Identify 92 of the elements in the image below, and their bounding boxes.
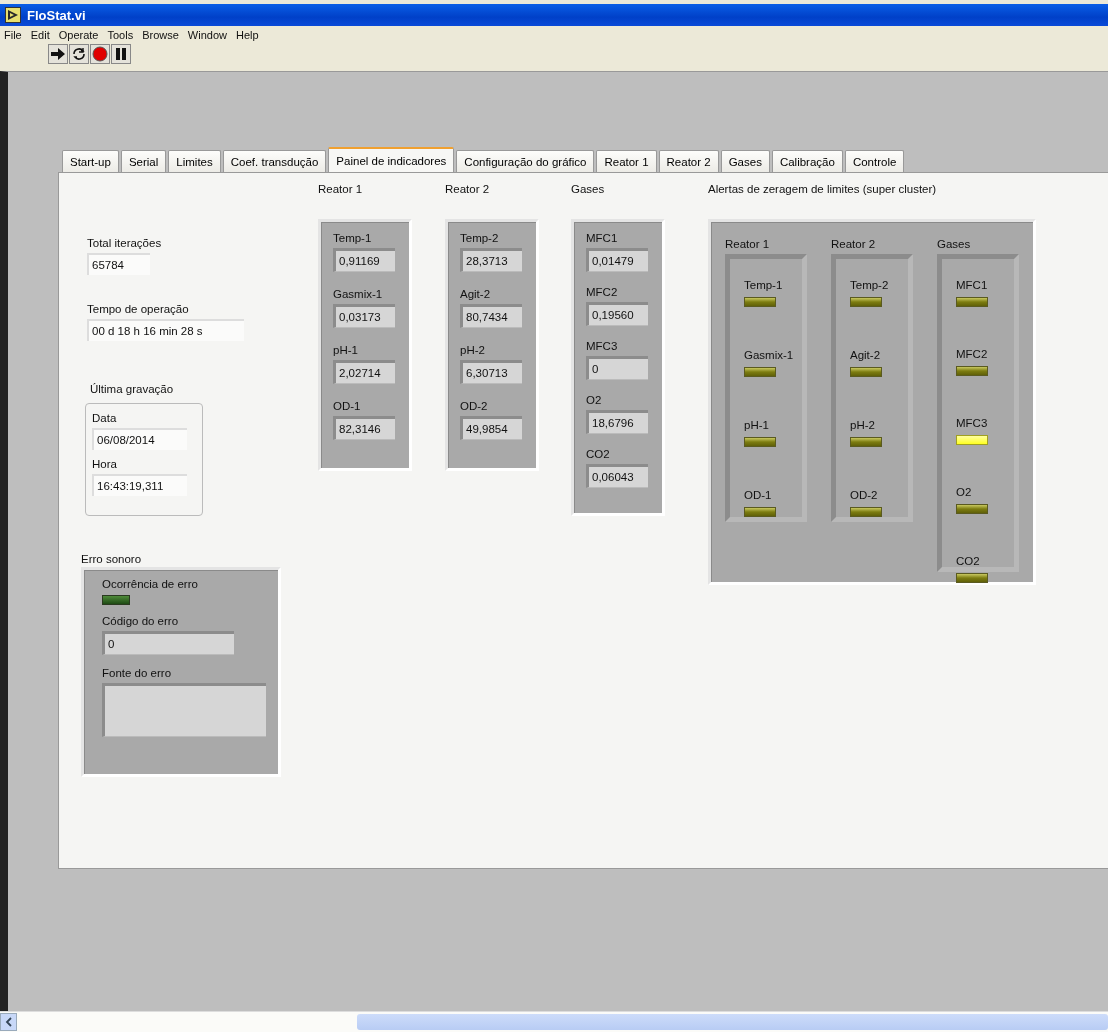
menu-item[interactable]: Window [187,28,227,41]
tab[interactable]: Calibração [771,150,843,172]
indicator-field: 16:43:19,311 [92,474,187,496]
indicator-field: 0,91169 [333,248,395,272]
led-label: MFC1 [956,278,989,293]
field-label: OD-1 [333,399,362,414]
field-label: pH-2 [460,343,486,358]
window-title: FloStat.vi [27,7,86,23]
indicator-field: 2,02714 [333,360,395,384]
field-label: Temp-2 [460,231,500,246]
field-label: MFC1 [586,231,619,246]
horizontal-scrollbar[interactable] [0,1011,1108,1032]
indicator-field: 65784 [87,253,150,275]
cluster-label: Gases [937,237,972,252]
led-label: OD-1 [744,488,773,503]
field-label: Total iterações [87,236,162,251]
pause-button[interactable] [111,44,131,64]
cluster-label: Erro sonoro [81,552,143,567]
scroll-thumb[interactable] [357,1014,1108,1030]
field-label: Gasmix-1 [333,287,384,302]
led-label: pH-1 [744,418,770,433]
menu-item[interactable]: Edit [30,28,50,41]
indicator-field: 0,19560 [586,302,648,326]
indicator-field: 0,01479 [586,248,648,272]
cluster-label: Última gravação [90,382,175,397]
field-label: Temp-1 [333,231,373,246]
stop-circle-icon [92,46,108,62]
chevron-left-icon [4,1017,13,1027]
cycle-arrows-icon [71,46,87,62]
run-continuously-button[interactable] [69,44,89,64]
led-label: Agit-2 [850,348,882,363]
indicator-field: 6,30713 [460,360,522,384]
led-label: MFC2 [956,347,989,362]
tab[interactable]: Reator 2 [658,150,719,172]
indicator-field: 49,9854 [460,416,522,440]
field-label: O2 [586,393,603,408]
field-label: Data [92,411,118,426]
cluster-label: Alertas de zeragem de limites (super cluster) [708,182,938,197]
field-label: OD-2 [460,399,489,414]
indicator-field: 28,3713 [460,248,522,272]
menu-item[interactable]: File [4,28,22,41]
indicator-field: 80,7434 [460,304,522,328]
indicator-field: 0 [586,356,648,380]
tab[interactable]: Coef. transdução [222,150,327,172]
abort-button[interactable] [90,44,110,64]
tab[interactable]: Configuração do gráfico [456,150,595,172]
cluster-label: Reator 1 [725,237,771,252]
led-label: Ocorrência de erro [102,577,199,592]
arrow-icon [50,47,66,61]
cluster-label: Reator 2 [831,237,877,252]
tab[interactable]: Painel de indicadores [328,147,455,172]
app-icon [5,7,21,23]
tab[interactable]: Reator 1 [596,150,657,172]
indicator-field: 0,06043 [586,464,648,488]
cluster-label: Gases [571,182,606,197]
indicator-field: 06/08/2014 [92,428,187,450]
field-label: MFC2 [586,285,619,300]
tab[interactable]: Controle [844,150,905,172]
tab[interactable]: Serial [120,150,167,172]
menu-item[interactable]: Help [235,28,259,41]
cluster-label: Reator 1 [318,182,364,197]
field-label: MFC3 [586,339,619,354]
field-label: Fonte do erro [102,666,173,681]
run-button[interactable] [48,44,68,64]
led-label: Gasmix-1 [744,348,795,363]
menu-item[interactable]: Tools [107,28,134,41]
indicator-field: 82,3146 [333,416,395,440]
field-label: Agit-2 [460,287,492,302]
tab[interactable]: Limites [168,150,221,172]
led-label: pH-2 [850,418,876,433]
led-label: OD-2 [850,488,879,503]
led-label: CO2 [956,554,981,569]
indicator-field: 0,03173 [333,304,395,328]
field-label: Código do erro [102,614,180,629]
field-label: pH-1 [333,343,359,358]
menu-item[interactable]: Browse [142,28,179,41]
indicator-field: 00 d 18 h 16 min 28 s [87,319,244,341]
led-label: MFC3 [956,416,989,431]
scroll-left-button[interactable] [0,1013,17,1031]
field-label: Hora [92,457,118,472]
tab[interactable]: Gases [720,150,770,172]
indicator-field: 18,6796 [586,410,648,434]
indicator-field: 0 [102,631,234,655]
tab[interactable]: Start-up [62,150,119,172]
field-label: CO2 [586,447,611,462]
led-label: Temp-1 [744,278,784,293]
field-label: Tempo de operação [87,302,190,317]
cluster-label: Reator 2 [445,182,491,197]
led-label: O2 [956,485,973,500]
led-label: Temp-2 [850,278,890,293]
menu-item[interactable]: Operate [58,28,99,41]
pause-icon [115,47,127,61]
